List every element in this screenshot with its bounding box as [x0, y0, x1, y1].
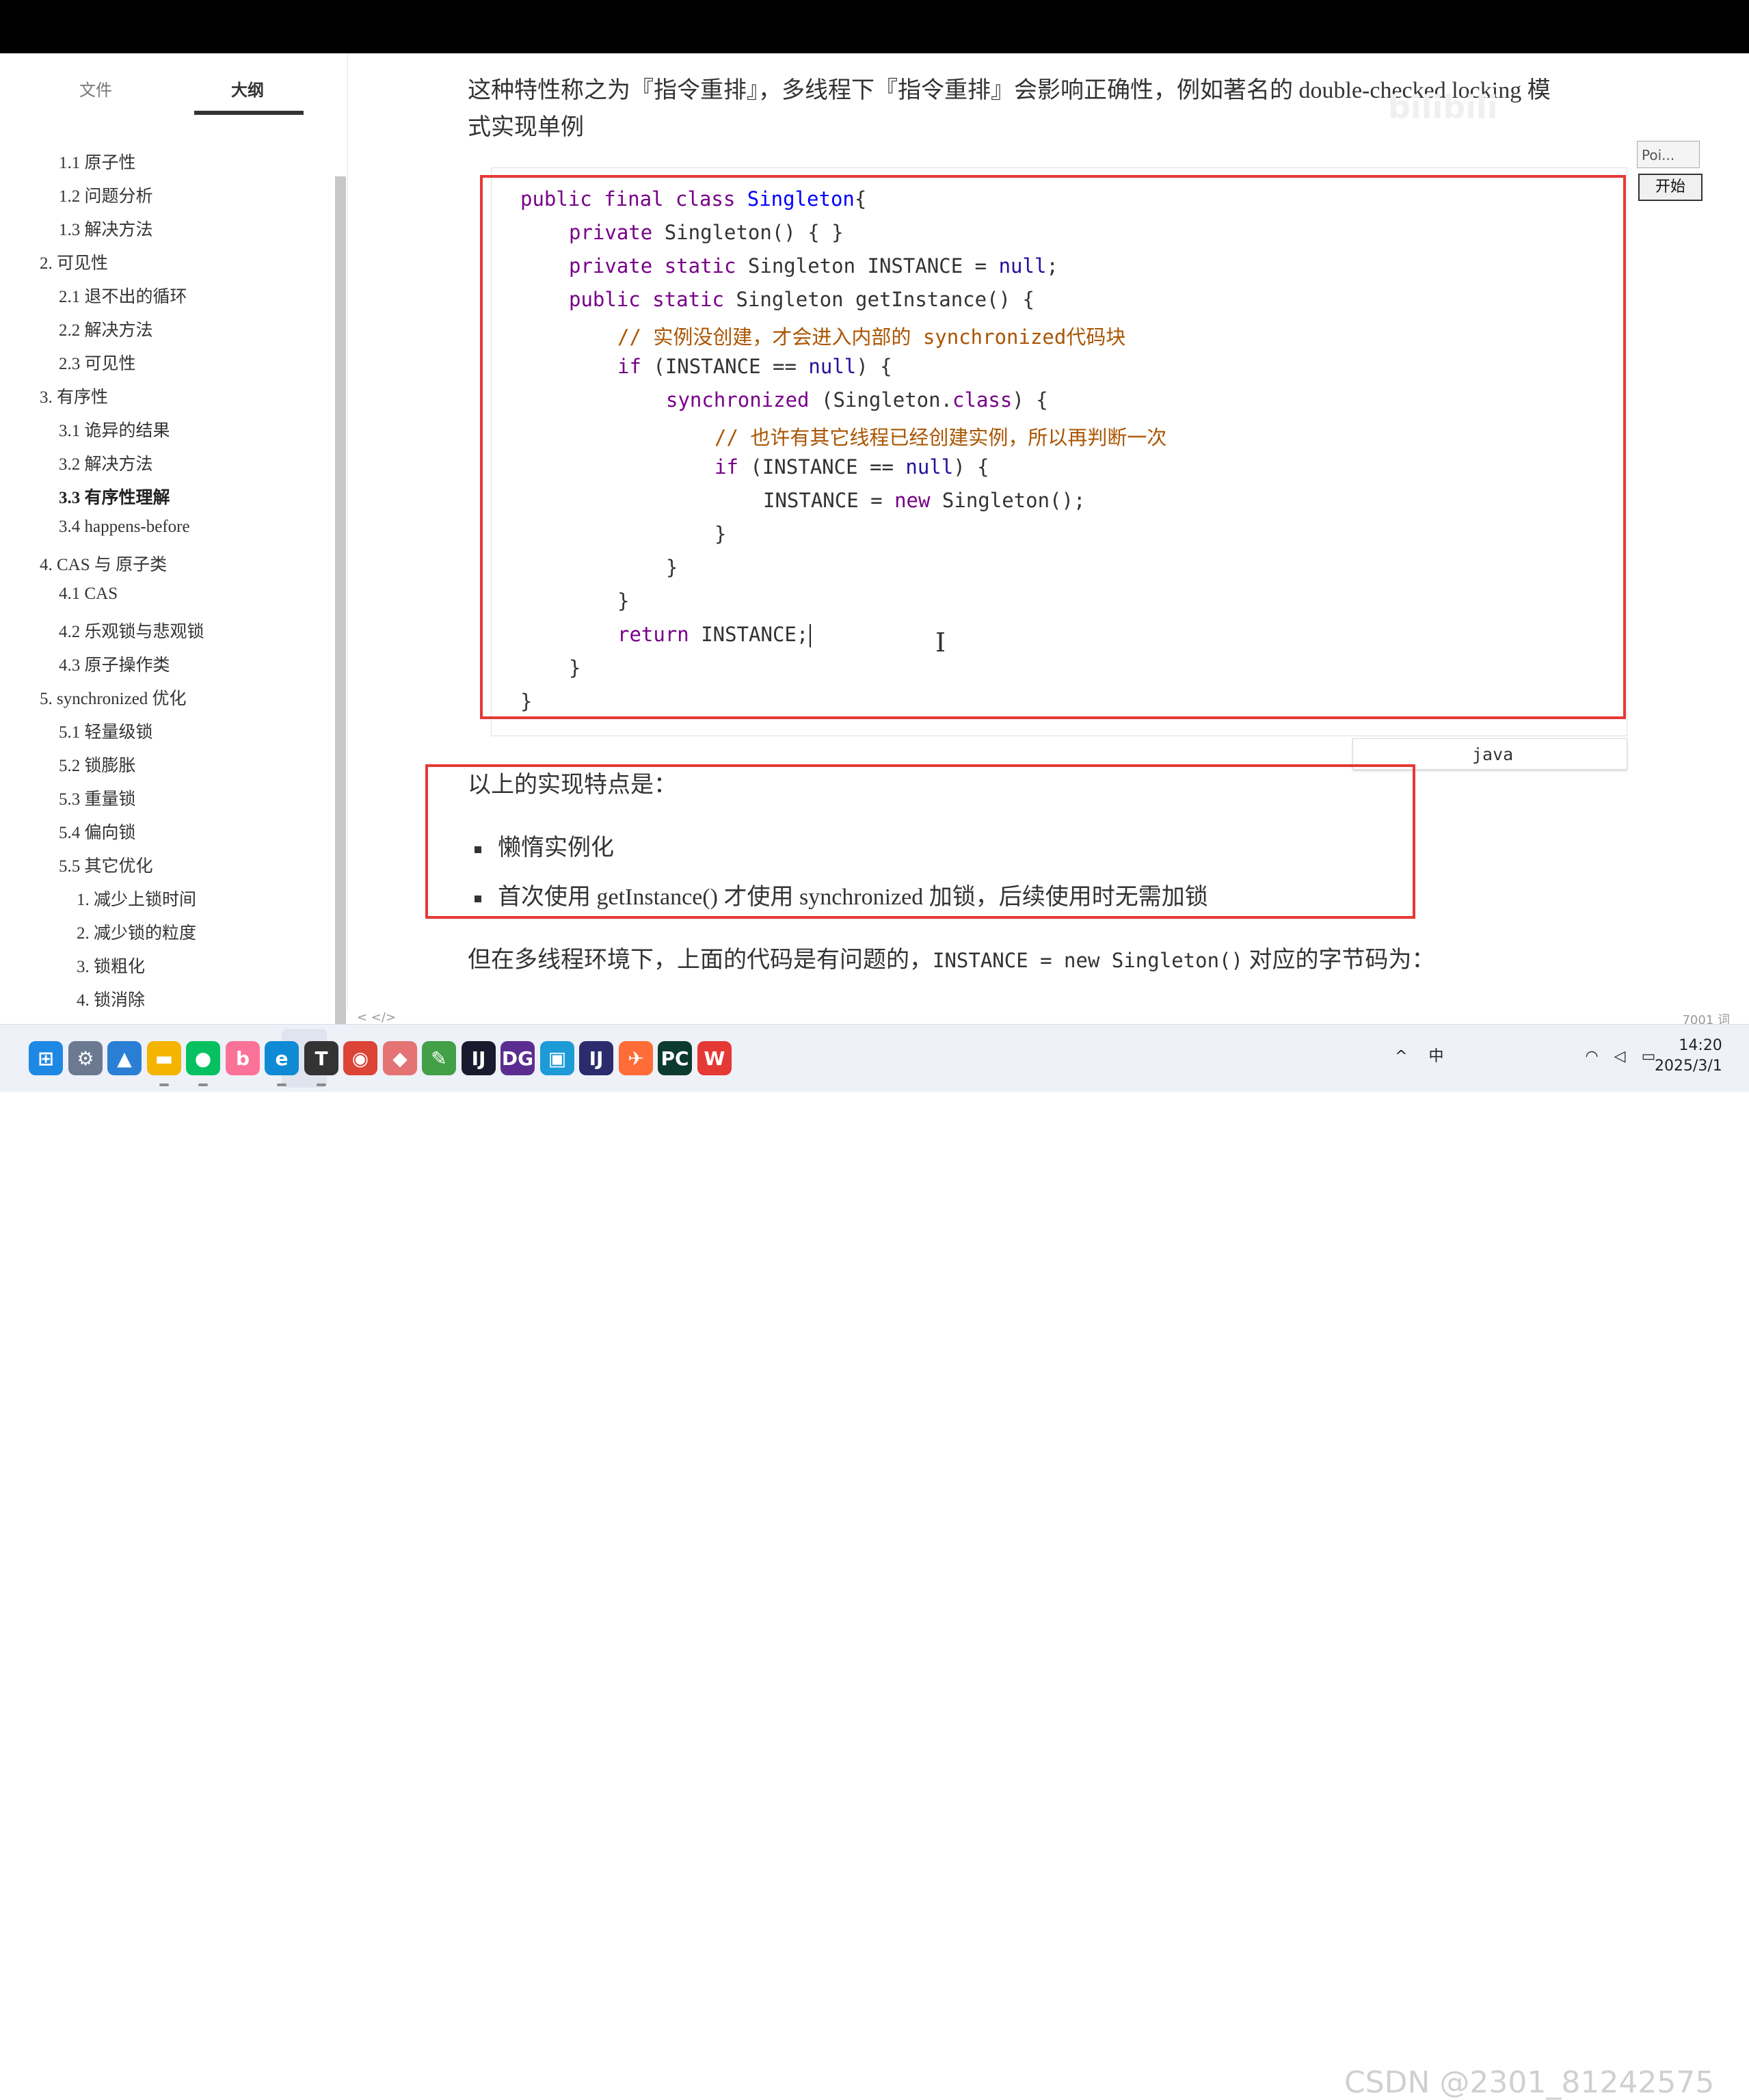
battery-icon[interactable]: ▭ [1642, 1048, 1656, 1065]
outline-item[interactable]: 2.2 解决方法 [59, 317, 153, 341]
outline-sidebar: 文件 大纲 1.1 原子性 1.2 问题分析 1.3 解决方法 2. 可见性 2.1 退… [0, 53, 348, 1024]
watermark-top-right: bilibili [1388, 89, 1498, 126]
file-explorer-icon[interactable]: ▬ [147, 1041, 181, 1075]
volume-icon[interactable]: ◁ [1614, 1048, 1626, 1065]
outline-item[interactable]: 3.4 happens-before [59, 517, 190, 537]
running-indicator [317, 1083, 326, 1086]
outline-item[interactable]: 4. 锁消除 [77, 986, 145, 1011]
running-indicator [159, 1083, 169, 1086]
outline-item[interactable]: 4. CAS 与 原子类 [40, 551, 167, 576]
outline-item[interactable]: 2. 减少锁的粒度 [77, 919, 196, 944]
bullet-icon [475, 846, 481, 853]
running-indicator [277, 1083, 286, 1086]
chrome-icon[interactable]: ◉ [343, 1041, 377, 1075]
widget-start-button[interactable]: 开始 [1638, 174, 1703, 201]
bullet-icon [475, 896, 481, 902]
outline-item[interactable]: 5.4 偏向锁 [59, 819, 136, 844]
outline-item[interactable]: 2. 可见性 [40, 250, 108, 274]
sidebar-scrollbar[interactable] [335, 176, 346, 1024]
outline-item[interactable]: 3. 锁粗化 [77, 953, 145, 978]
outline-item[interactable]: 1. 减少上锁时间 [77, 886, 196, 911]
outline-item[interactable]: 5.1 轻量级锁 [59, 718, 153, 743]
feature-item-2-pre: 首次使用 [498, 885, 597, 910]
feature-item-1: 懒惰实例化 [498, 835, 614, 861]
outline-item[interactable]: 2.3 可见性 [59, 350, 136, 375]
postman-icon[interactable]: ✈ [619, 1041, 653, 1075]
eraser-icon[interactable]: ◆ [383, 1041, 417, 1075]
system-tray[interactable]: ^ 中 ◠ ◁ ▭ [1395, 1044, 1655, 1066]
windows-taskbar: CSDN @2301_81242575 ^ 中 ◠ ◁ ▭ 14:20 2025… [0, 1024, 1749, 2100]
outline-item[interactable]: 3.1 诡异的结果 [59, 417, 170, 442]
running-indicator [198, 1083, 208, 1086]
feature-item-2: 首次使用 getInstance() 才使用 synchronized 加锁，后… [498, 879, 1208, 916]
outline-item[interactable]: 2.1 退不出的循环 [59, 283, 187, 308]
outline-item[interactable]: 5.3 重量锁 [59, 785, 136, 810]
bilibili-icon[interactable]: b [226, 1041, 260, 1075]
wps-icon[interactable]: W [697, 1041, 732, 1075]
outline-item[interactable]: 4.1 CAS [59, 584, 118, 604]
top-black-bar [0, 0, 1749, 53]
sidebar-tabs: 文件 大纲 [0, 53, 347, 116]
active-tab-underline [194, 111, 304, 115]
drawing-icon[interactable]: ✎ [422, 1041, 456, 1075]
red-highlight-box-code [480, 175, 1626, 719]
widget-input[interactable]: Poi... [1637, 141, 1700, 168]
typora-icon[interactable]: T [304, 1041, 338, 1075]
wifi-icon[interactable]: ◠ [1585, 1048, 1598, 1065]
intellij-ce-icon[interactable]: IJ [579, 1041, 613, 1075]
features-heading: 以上的实现特点是： [468, 772, 677, 798]
outline-item[interactable]: 3.3 有序性理解 [59, 484, 170, 509]
tray-chevron-icon[interactable]: ^ [1395, 1048, 1407, 1065]
tab-outline[interactable]: 大纲 [231, 77, 264, 100]
bottom-paragraph-post: 对应的字节码为： [1242, 947, 1435, 973]
clock-time: 14:20 [1679, 1037, 1722, 1054]
vmware-icon[interactable]: ▣ [540, 1041, 574, 1075]
outline-item[interactable]: 1.2 问题分析 [59, 183, 153, 207]
outline-item[interactable]: 1.3 解决方法 [59, 216, 153, 241]
intellij-icon[interactable]: IJ [462, 1041, 496, 1075]
feature-item-2-post: 加锁，后续使用时无需加锁 [923, 885, 1208, 910]
wechat-icon[interactable]: ● [186, 1041, 220, 1075]
intro-paragraph-line2: 式实现单例 [468, 115, 584, 140]
settings-icon[interactable]: ⚙ [68, 1041, 103, 1075]
csdn-watermark: CSDN @2301_81242575 [1344, 2065, 1715, 2100]
outline-item[interactable]: 4.2 乐观锁与悲观锁 [59, 618, 204, 643]
clock[interactable]: 14:20 2025/3/1 [1655, 1036, 1722, 1077]
text-cursor-icon: I [935, 628, 946, 658]
code-language-label: java [1472, 744, 1514, 764]
datagrip-icon[interactable]: DG [500, 1041, 535, 1075]
input-language[interactable]: 中 [1428, 1048, 1443, 1065]
clock-date: 2025/3/1 [1655, 1058, 1722, 1075]
feature-item-2-sync: synchronized [799, 885, 924, 910]
feature-item-2-code: getInstance() [596, 885, 718, 910]
floating-widget: Poi... 开始 [1637, 141, 1705, 202]
edge-icon[interactable]: e [265, 1041, 299, 1075]
bottom-paragraph-code: INSTANCE = new Singleton() [933, 949, 1243, 972]
outline-item[interactable]: 5.2 锁膨胀 [59, 752, 136, 777]
source-toggle[interactable]: < </> [357, 1010, 396, 1025]
outline-item[interactable]: 3. 有序性 [40, 383, 108, 408]
pycharm-icon[interactable]: PC [658, 1041, 692, 1075]
tab-file[interactable]: 文件 [79, 77, 112, 100]
bottom-paragraph-pre: 但在多线程环境下，上面的代码是有问题的， [468, 947, 933, 973]
outline-item[interactable]: 4.3 原子操作类 [59, 651, 170, 676]
outline-item[interactable]: 5.5 其它优化 [59, 852, 153, 877]
outline-item[interactable]: 1.1 原子性 [59, 149, 136, 174]
photos-icon[interactable]: ▲ [107, 1041, 142, 1075]
outline-item[interactable]: 5. synchronized 优化 [40, 685, 187, 710]
outline-item[interactable]: 3.2 解决方法 [59, 450, 153, 475]
feature-item-2-mid: 才使用 [717, 885, 799, 910]
start-icon[interactable]: ⊞ [29, 1041, 63, 1075]
bottom-paragraph: 但在多线程环境下，上面的代码是有问题的，INSTANCE = new Singl… [468, 942, 1434, 979]
editor-statusbar: < </> 7001 词 [347, 1010, 1749, 1027]
